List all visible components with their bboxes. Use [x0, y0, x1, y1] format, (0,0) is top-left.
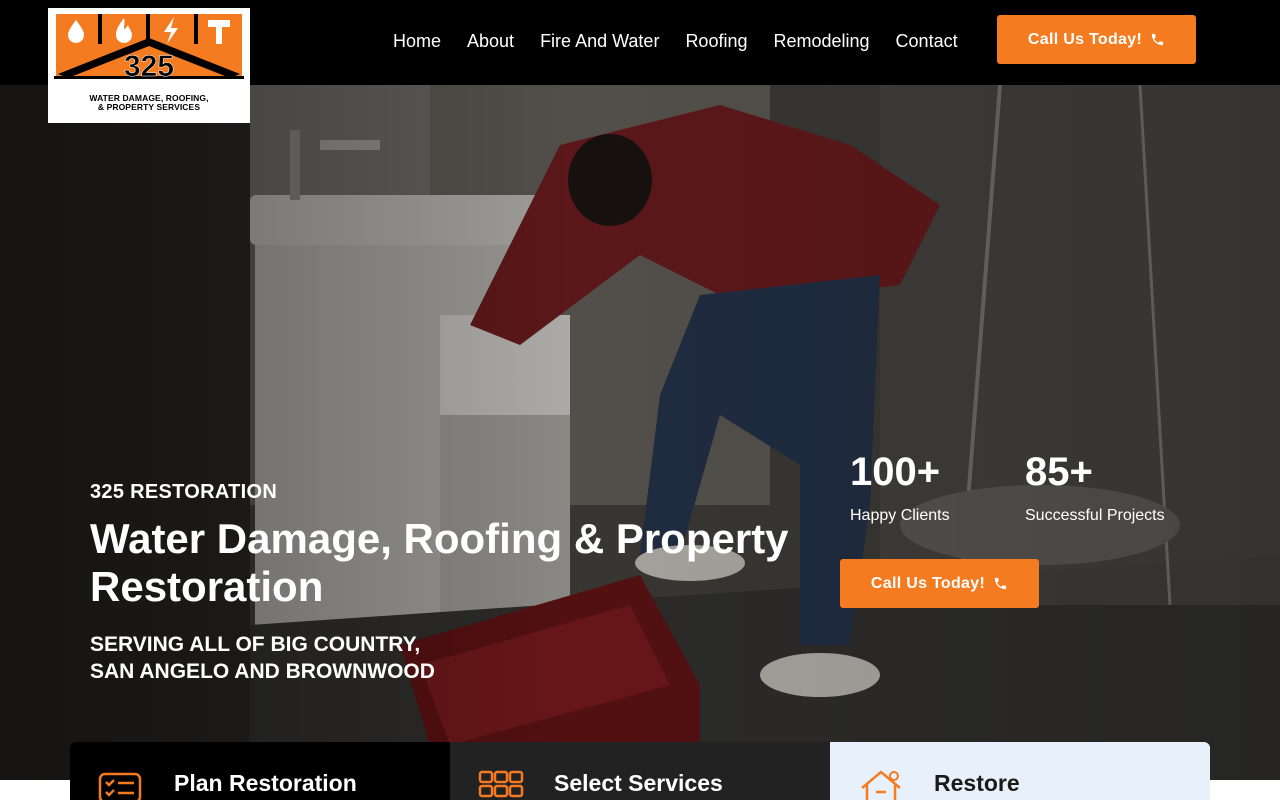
logo-subtitle-line-2: & PROPERTY SERVICES	[97, 102, 201, 112]
stat-happy-clients: 100+ Happy Clients	[850, 450, 950, 525]
hero-headline: Water Damage, Roofing & Property Restora…	[90, 515, 789, 610]
phone-icon	[1151, 33, 1164, 46]
nav-roofing[interactable]: Roofing	[672, 31, 760, 52]
card-select-services[interactable]: Select Services	[450, 742, 830, 800]
logo-mark-text: 325	[124, 50, 174, 83]
stat-label: Successful Projects	[1025, 507, 1165, 524]
site-logo[interactable]: 325 WATER DAMAGE, ROOFING, & PROPERTY SE…	[48, 8, 250, 123]
hero-eyebrow: 325 RESTORATION	[90, 481, 278, 503]
nav-remodeling[interactable]: Remodeling	[760, 31, 882, 52]
process-cards: Plan Restoration Select Services Restore	[70, 742, 1210, 800]
service-area-line-1: SERVING ALL OF BIG COUNTRY,	[90, 633, 421, 656]
card-restore[interactable]: Restore	[830, 742, 1210, 800]
card-title: Plan Restoration	[174, 770, 357, 796]
stat-label: Happy Clients	[850, 507, 950, 524]
hero-call-button[interactable]: Call Us Today!	[840, 559, 1039, 608]
nav-about[interactable]: About	[454, 31, 527, 52]
stat-value: 100+	[850, 450, 941, 494]
checklist-icon	[98, 772, 142, 800]
stat-value: 85+	[1025, 450, 1093, 494]
service-area-line-2: SAN ANGELO AND BROWNWOOD	[90, 660, 435, 683]
nav-contact[interactable]: Contact	[883, 31, 971, 52]
card-title: Restore	[934, 770, 1020, 796]
service-area: SERVING ALL OF BIG COUNTRY, SAN ANGELO A…	[90, 631, 510, 685]
logo-mark: 325	[54, 14, 244, 83]
stat-successful-projects: 85+ Successful Projects	[1025, 450, 1165, 525]
header-call-button[interactable]: Call Us Today!	[997, 15, 1196, 64]
phone-icon	[994, 577, 1007, 590]
hero-call-label: Call Us Today!	[870, 574, 986, 592]
hero-section: 325 RESTORATION Water Damage, Roofing & …	[0, 85, 1280, 780]
main-nav: Home About Fire And Water Roofing Remode…	[380, 0, 971, 82]
card-title: Select Services	[554, 770, 723, 796]
card-plan-restoration[interactable]: Plan Restoration	[70, 742, 450, 800]
nav-fire-and-water[interactable]: Fire And Water	[527, 31, 672, 52]
nav-home[interactable]: Home	[380, 31, 454, 52]
house-repair-icon	[861, 770, 901, 800]
header-call-label: Call Us Today!	[1027, 30, 1143, 48]
grid-select-icon	[478, 770, 524, 798]
